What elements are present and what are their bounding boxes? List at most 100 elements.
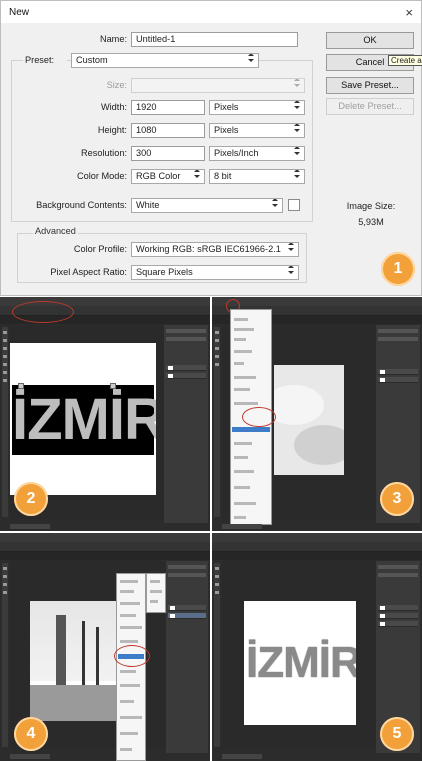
width-unit-select[interactable]: Pixels	[209, 100, 305, 115]
panel-row[interactable]	[378, 573, 418, 577]
palm-tree	[96, 627, 99, 687]
height-field[interactable]: 1080	[131, 123, 205, 138]
dialog-titlebar: New ×	[1, 1, 421, 23]
tools-panel	[2, 327, 8, 517]
document-canvas[interactable]	[274, 365, 344, 475]
panel-row[interactable]	[166, 337, 206, 341]
tool-icon[interactable]	[3, 371, 7, 374]
panel-row[interactable]	[378, 565, 418, 569]
transform-handle[interactable]	[110, 383, 116, 389]
tool-icon[interactable]	[215, 567, 219, 570]
panel-row[interactable]	[378, 329, 418, 333]
highlight-ring	[242, 407, 276, 427]
menu-item[interactable]	[234, 350, 252, 353]
tool-icon[interactable]	[3, 331, 7, 334]
menu-item[interactable]	[234, 486, 250, 489]
ok-button[interactable]: OK	[326, 32, 414, 49]
menu-item[interactable]	[234, 376, 256, 379]
transform-handle[interactable]	[18, 383, 24, 389]
layer-row[interactable]	[378, 613, 418, 619]
layer-thumbnail	[380, 378, 385, 382]
tool-icon[interactable]	[3, 575, 7, 578]
resolution-unit-select[interactable]: Pixels/Inch	[209, 146, 305, 161]
menu-item[interactable]	[120, 670, 136, 673]
menu-item[interactable]	[234, 388, 250, 391]
menu-item[interactable]	[234, 502, 256, 505]
preset-select[interactable]: Custom	[71, 53, 259, 68]
menu-item[interactable]	[234, 442, 252, 445]
menu-item[interactable]	[120, 580, 138, 583]
layer-row[interactable]	[168, 605, 206, 611]
menu-item[interactable]	[234, 328, 254, 331]
menu-item[interactable]	[234, 318, 248, 321]
panel-row[interactable]	[168, 573, 206, 577]
resolution-field[interactable]: 300	[131, 146, 205, 161]
pixel-aspect-value: Square Pixels	[136, 267, 193, 277]
panel-row[interactable]	[168, 565, 206, 569]
layer-row[interactable]	[166, 365, 206, 371]
tool-icon[interactable]	[215, 583, 219, 586]
height-unit-select[interactable]: Pixels	[209, 123, 305, 138]
menu-item[interactable]	[234, 402, 258, 405]
tool-icon[interactable]	[215, 355, 219, 358]
menu-item[interactable]	[120, 626, 142, 629]
layer-row-selected[interactable]	[168, 613, 206, 619]
menu-item[interactable]	[234, 362, 244, 365]
tool-icon[interactable]	[215, 339, 219, 342]
tool-icon[interactable]	[215, 363, 219, 366]
menu-item[interactable]	[120, 590, 134, 593]
layer-row[interactable]	[378, 377, 418, 383]
tool-icon[interactable]	[3, 363, 7, 366]
menu-item[interactable]	[120, 602, 140, 605]
background-color-swatch[interactable]	[288, 199, 300, 211]
width-field[interactable]: 1920	[131, 100, 205, 115]
tool-icon[interactable]	[3, 379, 7, 382]
menu-item[interactable]	[120, 748, 132, 751]
bit-depth-select[interactable]: 8 bit	[209, 169, 305, 184]
tool-icon[interactable]	[3, 339, 7, 342]
menu-item[interactable]	[234, 516, 246, 519]
panel-row[interactable]	[166, 329, 206, 333]
tool-icon[interactable]	[215, 591, 219, 594]
tool-icon[interactable]	[3, 567, 7, 570]
menu-item[interactable]	[234, 338, 246, 341]
tool-icon[interactable]	[215, 347, 219, 350]
menu-item[interactable]	[120, 640, 138, 643]
layer-row[interactable]	[378, 369, 418, 375]
chevron-down-icon	[288, 248, 294, 251]
menu-item[interactable]	[150, 580, 160, 583]
menu-item-place-embedded[interactable]	[232, 427, 270, 432]
close-icon[interactable]: ×	[405, 6, 413, 19]
menu-item[interactable]	[120, 732, 138, 735]
layer-row[interactable]	[378, 605, 418, 611]
save-preset-button[interactable]: Save Preset...	[326, 77, 414, 94]
tool-icon[interactable]	[3, 347, 7, 350]
document-canvas[interactable]: İZMİR	[244, 601, 356, 725]
menu-item[interactable]	[150, 590, 162, 593]
document-canvas[interactable]	[30, 601, 120, 721]
menu-item[interactable]	[120, 716, 142, 719]
tool-icon[interactable]	[215, 575, 219, 578]
tool-icon[interactable]	[3, 583, 7, 586]
screen-step-4: 4	[0, 533, 210, 761]
background-select[interactable]: White	[131, 198, 283, 213]
name-field[interactable]: Untitled-1	[131, 32, 298, 47]
document-canvas[interactable]: İZMİR	[10, 343, 156, 495]
tool-icon[interactable]	[215, 331, 219, 334]
menu-item[interactable]	[150, 600, 158, 603]
color-profile-select[interactable]: Working RGB: sRGB IEC61966-2.1	[131, 242, 299, 257]
layer-row[interactable]	[378, 621, 418, 627]
menu-item[interactable]	[234, 456, 248, 459]
tool-icon[interactable]	[3, 355, 7, 358]
menu-item[interactable]	[234, 470, 254, 473]
menu-item[interactable]	[120, 614, 136, 617]
menu-item[interactable]	[120, 684, 140, 687]
panel-row[interactable]	[378, 337, 418, 341]
pixel-aspect-select[interactable]: Square Pixels	[131, 265, 299, 280]
layer-row[interactable]	[166, 373, 206, 379]
tool-icon[interactable]	[3, 591, 7, 594]
width-unit-value: Pixels	[214, 102, 239, 112]
color-mode-select[interactable]: RGB Color	[131, 169, 205, 184]
menu-item[interactable]	[120, 700, 134, 703]
size-label: Size:	[106, 80, 127, 90]
